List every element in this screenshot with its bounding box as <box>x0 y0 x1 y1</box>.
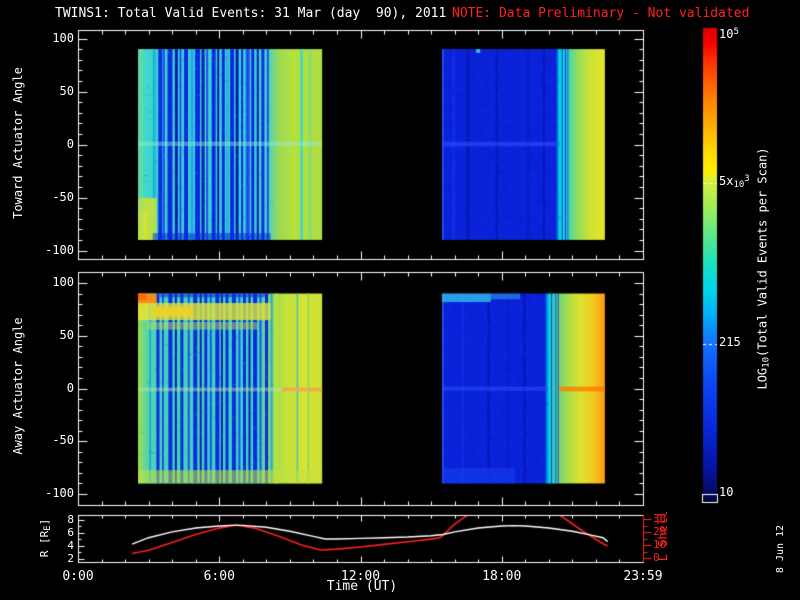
ytick-label: 0 <box>66 380 74 395</box>
time-tick-label: 12:00 <box>340 569 381 584</box>
ytick-label: -50 <box>52 433 74 448</box>
r-re-axis-label: R [RE] <box>38 518 53 558</box>
colorbar-tick-label: 105 <box>719 27 739 41</box>
colorbar-axis-label: LOG10(Total Valid Events per Scan) <box>755 147 772 390</box>
ytick-label: -50 <box>52 189 74 204</box>
date-stamp: 8 Jun 12 <box>775 524 786 574</box>
preliminary-note: NOTE: Data Preliminary - Not validated <box>452 6 750 21</box>
lshell-tick-label: 30 <box>653 512 667 525</box>
r-tick-label: 6 <box>67 525 74 539</box>
page-title: TWINS1: Total Valid Events: 31 Mar (day … <box>55 6 447 21</box>
twins-spectrogram-screen: TWINS1: Total Valid Events: 31 Mar (day … <box>0 0 800 600</box>
time-tick-label: 18:00 <box>482 569 522 584</box>
colorbar-tick-label: 5x103 <box>719 173 750 190</box>
time-tick-label: 0:00 <box>62 569 94 584</box>
ytick-label: 0 <box>66 136 74 151</box>
ytick-label: -100 <box>45 486 74 500</box>
colorbar-tick-label: 215 <box>719 335 741 350</box>
spectrogram-canvas <box>0 0 800 600</box>
ytick-label: 50 <box>59 327 74 342</box>
lshell-tick-label: 0 <box>653 551 660 564</box>
ytick-label: -100 <box>45 242 74 257</box>
toward-axis-label: Toward Actuator Angle <box>11 67 25 219</box>
r-tick-label: 8 <box>67 512 74 526</box>
r-tick-label: 2 <box>67 551 74 565</box>
ytick-label: 100 <box>52 275 74 289</box>
ytick-label: 100 <box>52 30 74 45</box>
colorbar-tick-label: 10 <box>719 485 734 499</box>
lshell-tick-label: 20 <box>653 525 667 538</box>
time-tick-label: 23:59 <box>623 569 663 584</box>
time-tick-label: 6:00 <box>203 569 235 584</box>
away-axis-label: Away Actuator Angle <box>11 317 25 455</box>
ytick-label: 50 <box>59 83 74 98</box>
r-tick-label: 4 <box>67 538 74 552</box>
lshell-tick-label: 10 <box>653 538 667 551</box>
